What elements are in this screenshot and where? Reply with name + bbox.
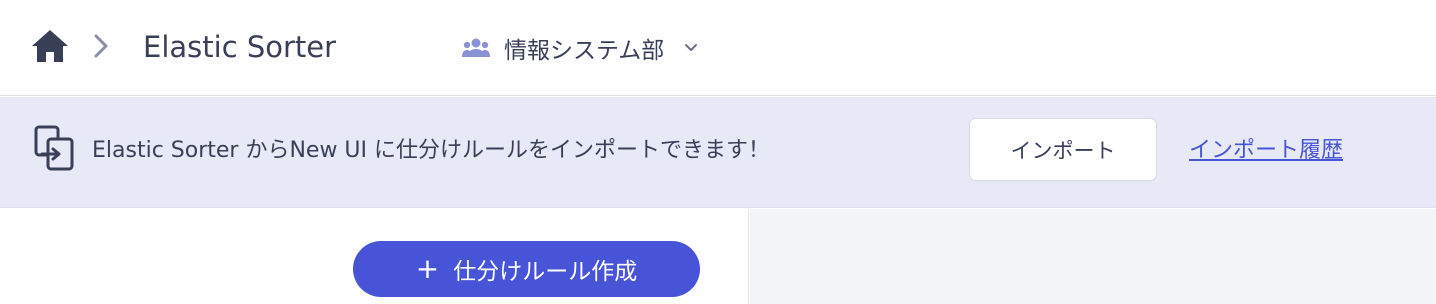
banner-message: Elastic Sorter からNew UI に仕分けルールをインポートできま…	[92, 138, 771, 163]
import-button[interactable]: インポート	[969, 118, 1157, 181]
rule-detail-panel	[750, 209, 1436, 304]
rule-list-panel: + 仕分けルール作成	[0, 209, 749, 304]
home-icon[interactable]	[30, 28, 70, 64]
create-rule-button[interactable]: + 仕分けルール作成	[353, 241, 700, 297]
import-banner: Elastic Sorter からNew UI に仕分けルールをインポートできま…	[0, 97, 1436, 208]
users-icon	[462, 38, 490, 57]
import-history-link[interactable]: インポート履歴	[1189, 135, 1343, 167]
group-selector-label: 情報システム部	[504, 38, 665, 64]
chevron-right-icon	[94, 34, 108, 58]
plus-icon: +	[415, 252, 440, 285]
create-rule-button-label: 仕分けルール作成	[453, 259, 638, 285]
chevron-down-icon	[685, 44, 698, 51]
group-selector[interactable]: 情報システム部	[462, 28, 698, 68]
import-icon	[34, 125, 74, 171]
top-header: Elastic Sorter 情報システム部	[0, 0, 1436, 96]
app-title: Elastic Sorter	[143, 30, 337, 64]
